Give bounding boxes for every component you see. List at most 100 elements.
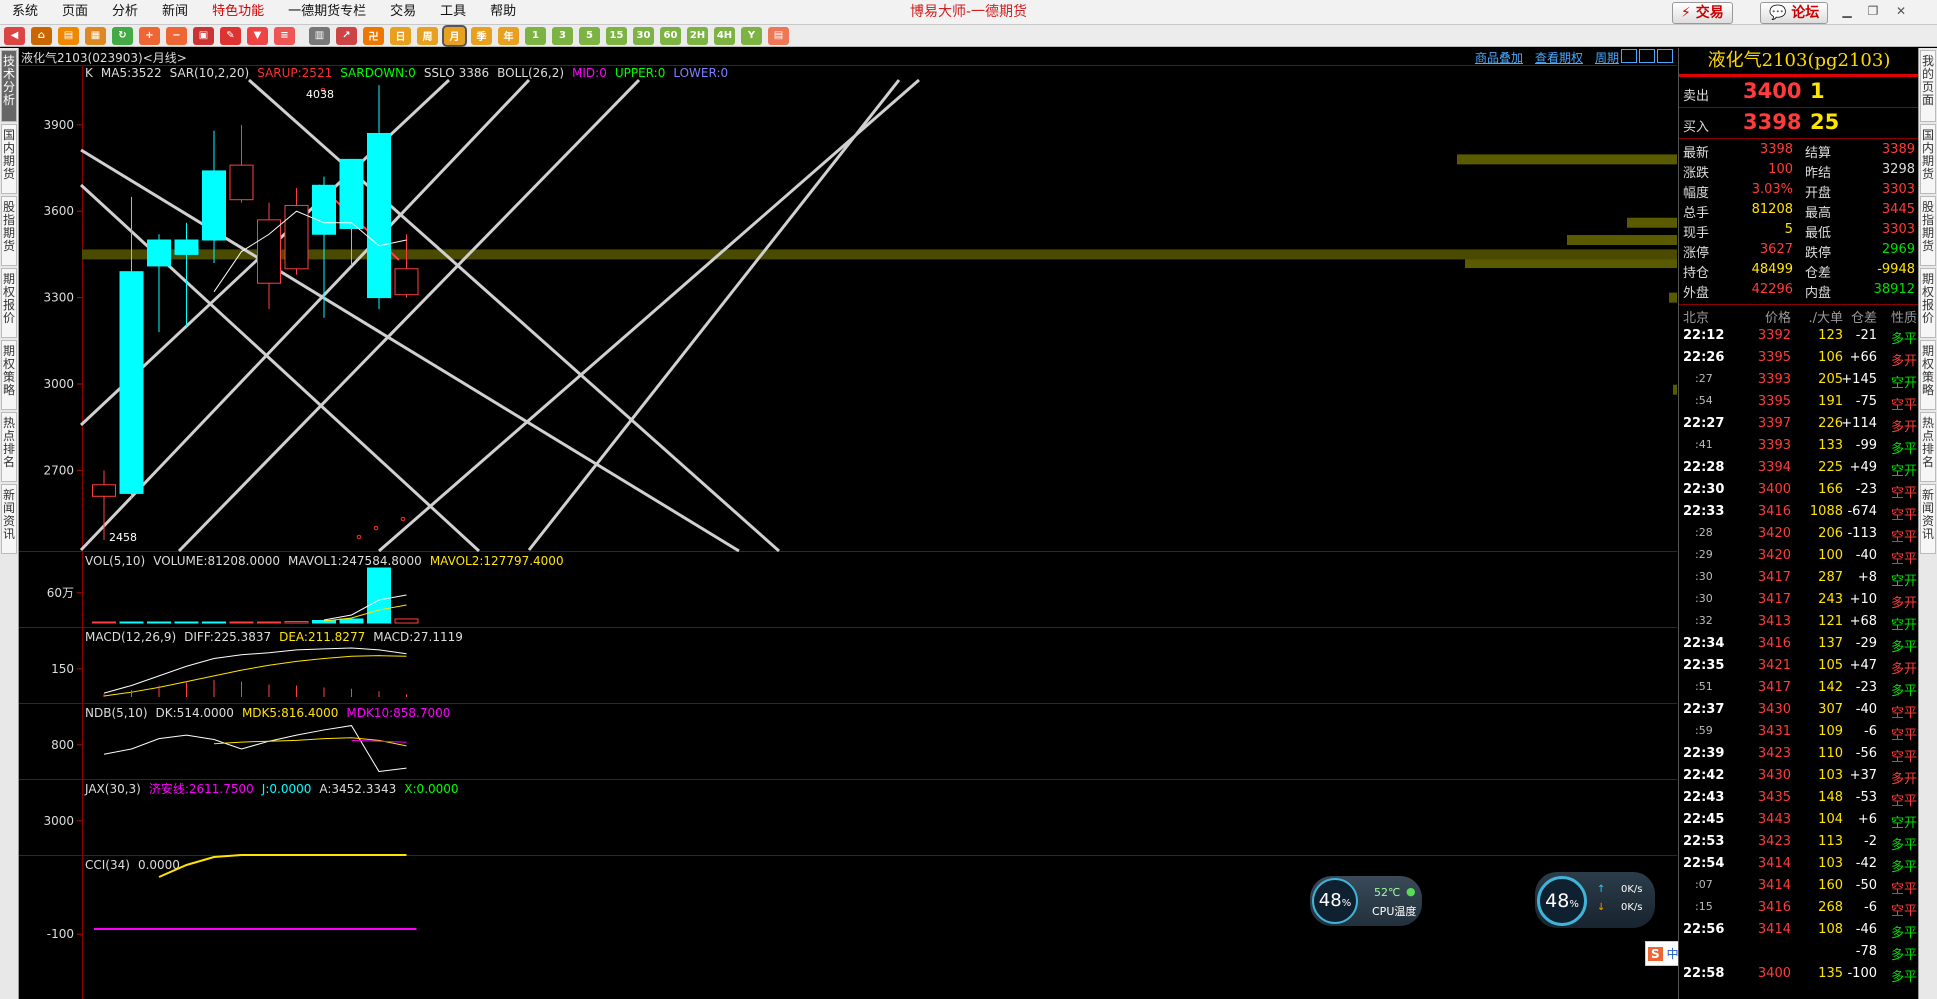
- ime-lang[interactable]: 中: [1667, 945, 1679, 962]
- notes-icon[interactable]: ≡: [274, 26, 295, 45]
- tick-row[interactable]: -78 多平: [1679, 941, 1919, 963]
- period-button[interactable]: 日: [390, 26, 411, 45]
- period-button[interactable]: 15: [606, 26, 627, 45]
- left-tabs-item[interactable]: 期权策略: [1, 340, 17, 410]
- maximize-icon[interactable]: ❐: [1864, 3, 1882, 19]
- period-button[interactable]: 3: [552, 26, 573, 45]
- tick-row[interactable]: :41 3393 133 -99 多平: [1679, 435, 1919, 457]
- tick-row[interactable]: 22:56 3414 108 -46 多平: [1679, 919, 1919, 941]
- tick-row[interactable]: 22:43 3435 148 -53 空平: [1679, 787, 1919, 809]
- y-tick-label: 800: [51, 738, 74, 752]
- trade-button[interactable]: ⚡ 交易: [1672, 2, 1733, 24]
- tick-row[interactable]: 22:35 3421 105 +47 多开: [1679, 655, 1919, 677]
- menu-item[interactable]: 一德期货专栏: [276, 0, 378, 24]
- period-button[interactable]: 4H: [714, 26, 735, 45]
- tick-list[interactable]: 北京 价格 ./大单 仓差 性质 22:12 3392 123 -21 多平 22:26 3395 10…: [1679, 304, 1919, 985]
- expand-icon[interactable]: [1657, 49, 1673, 63]
- header-link[interactable]: 查看期权: [1535, 49, 1583, 66]
- left-tabs-item[interactable]: 技术分析: [1, 50, 17, 122]
- tick-row[interactable]: 22:53 3423 113 -2 多平: [1679, 831, 1919, 853]
- left-tabs-item[interactable]: 期权报价: [1, 268, 17, 338]
- volume-profile-bar: [1465, 258, 1677, 269]
- left-tabs-item[interactable]: 股指期货: [1, 196, 17, 266]
- menu-item[interactable]: 工具: [428, 0, 478, 24]
- tick-row[interactable]: :15 3416 268 -6 空平: [1679, 897, 1919, 919]
- layers-icon[interactable]: ▦: [85, 26, 106, 45]
- tick-row[interactable]: 22:37 3430 307 -40 空平: [1679, 699, 1919, 721]
- right-tabs-item[interactable]: 期权报价: [1920, 268, 1936, 338]
- left-tabs-item[interactable]: 热点排名: [1, 412, 17, 482]
- table-icon[interactable]: ▥: [309, 26, 330, 45]
- tick-row[interactable]: 22:30 3400 166 -23 空平: [1679, 479, 1919, 501]
- filter-icon[interactable]: ▼: [247, 26, 268, 45]
- period-button[interactable]: Y: [741, 26, 762, 45]
- ask-row[interactable]: 卖出 3400 1: [1679, 78, 1919, 108]
- tick-row[interactable]: :30 3417 287 +8 空开: [1679, 567, 1919, 589]
- tick-row[interactable]: :54 3395 191 -75 空平: [1679, 391, 1919, 413]
- tick-row[interactable]: 22:42 3430 103 +37 多开: [1679, 765, 1919, 787]
- pen-icon[interactable]: ✎: [220, 26, 241, 45]
- bid-row[interactable]: 买入 3398 25: [1679, 109, 1919, 139]
- forum-button[interactable]: 💬 论坛: [1760, 2, 1829, 24]
- tick-row[interactable]: 22:58 3400 135 -100 多平: [1679, 963, 1919, 985]
- home-icon[interactable]: ⌂: [31, 26, 52, 45]
- kline-icon[interactable]: 卍: [363, 26, 384, 45]
- tick-row[interactable]: :28 3420 206 -113 空平: [1679, 523, 1919, 545]
- tick-row[interactable]: :29 3420 100 -40 空平: [1679, 545, 1919, 567]
- tick-row[interactable]: :07 3414 160 -50 空平: [1679, 875, 1919, 897]
- zoom-out-icon[interactable]: −: [166, 26, 187, 45]
- tick-row[interactable]: 22:45 3443 104 +6 空开: [1679, 809, 1919, 831]
- close-icon[interactable]: ✕: [1892, 3, 1910, 19]
- calculator-icon[interactable]: ▤: [768, 26, 789, 45]
- tick-row[interactable]: 22:39 3423 110 -56 空平: [1679, 743, 1919, 765]
- tick-row[interactable]: 22:12 3392 123 -21 多平: [1679, 325, 1919, 347]
- line-chart-icon[interactable]: ↗: [336, 26, 357, 45]
- tick-row[interactable]: :59 3431 109 -6 空平: [1679, 721, 1919, 743]
- left-tabs-item[interactable]: 新闻资讯: [1, 484, 17, 554]
- period-button[interactable]: 周: [417, 26, 438, 45]
- period-button[interactable]: 1: [525, 26, 546, 45]
- left-tabs-item[interactable]: 国内期货: [1, 124, 17, 194]
- period-button[interactable]: 年: [498, 26, 519, 45]
- period-button[interactable]: 2H: [687, 26, 708, 45]
- tick-row[interactable]: :27 3393 205 +145 空开: [1679, 369, 1919, 391]
- menu-item[interactable]: 新闻: [150, 0, 200, 24]
- kline-chart[interactable]: 3900 3600 3300 3000 2700 4038 2458 K MA5:3522 SAR…: [19, 65, 1677, 999]
- tick-row[interactable]: 22:54 3414 103 -42 多平: [1679, 853, 1919, 875]
- tick-row[interactable]: :51 3417 142 -23 多平: [1679, 677, 1919, 699]
- right-tabs-item[interactable]: 股指期货: [1920, 196, 1936, 266]
- menu-item[interactable]: 页面: [50, 0, 100, 24]
- header-link[interactable]: 周期: [1595, 49, 1619, 66]
- tick-row[interactable]: 22:26 3395 106 +66 多开: [1679, 347, 1919, 369]
- minimize-icon[interactable]: ▁: [1838, 3, 1856, 19]
- back-icon[interactable]: ◀: [4, 26, 25, 45]
- tick-row[interactable]: :30 3417 243 +10 多开: [1679, 589, 1919, 611]
- right-tabs-item[interactable]: 新闻资讯: [1920, 484, 1936, 554]
- book-icon[interactable]: ▤: [58, 26, 79, 45]
- right-tabs-item[interactable]: 我的页面: [1920, 50, 1936, 122]
- tick-row[interactable]: 22:34 3416 137 -29 多平: [1679, 633, 1919, 655]
- menu-item[interactable]: 分析: [100, 0, 150, 24]
- prev-period-icon[interactable]: [1621, 49, 1637, 63]
- menu-item[interactable]: 特色功能: [200, 0, 276, 24]
- tick-row[interactable]: 22:28 3394 225 +49 空开: [1679, 457, 1919, 479]
- period-button[interactable]: 季: [471, 26, 492, 45]
- right-tabs-item[interactable]: 期权策略: [1920, 340, 1936, 410]
- period-button[interactable]: 60: [660, 26, 681, 45]
- right-tabs-item[interactable]: 热点排名: [1920, 412, 1936, 482]
- header-link[interactable]: 商品叠加: [1475, 49, 1523, 66]
- period-button[interactable]: 月: [442, 24, 467, 47]
- menu-item[interactable]: 交易: [378, 0, 428, 24]
- period-button[interactable]: 30: [633, 26, 654, 45]
- period-button[interactable]: 5: [579, 26, 600, 45]
- windows-icon[interactable]: ▣: [193, 26, 214, 45]
- next-period-icon[interactable]: [1639, 49, 1655, 63]
- tick-row[interactable]: 22:33 3416 1088 -674 空平: [1679, 501, 1919, 523]
- refresh-icon[interactable]: ↻: [112, 26, 133, 45]
- tick-row[interactable]: 22:27 3397 226 +114 多开: [1679, 413, 1919, 435]
- tick-row[interactable]: :32 3413 121 +68 空开: [1679, 611, 1919, 633]
- zoom-in-icon[interactable]: +: [139, 26, 160, 45]
- menu-item[interactable]: 系统: [0, 0, 50, 24]
- right-tabs-item[interactable]: 国内期货: [1920, 124, 1936, 194]
- menu-item[interactable]: 帮助: [478, 0, 528, 24]
